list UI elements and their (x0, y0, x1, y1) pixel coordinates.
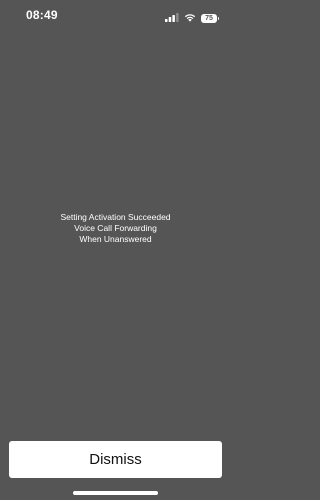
status-bar: 08:49 75 (0, 0, 231, 30)
status-time: 08:49 (26, 8, 58, 22)
activation-message: Setting Activation Succeeded Voice Call … (0, 212, 231, 245)
dismiss-button[interactable]: Dismiss (9, 441, 222, 478)
message-line-3: When Unanswered (79, 234, 152, 244)
cellular-signal-icon (165, 9, 179, 27)
battery-icon: 75 (201, 13, 219, 23)
message-line-2: Voice Call Forwarding (74, 223, 157, 233)
wifi-icon (184, 9, 196, 27)
home-indicator[interactable] (73, 491, 158, 495)
status-icons: 75 (165, 9, 219, 27)
message-line-1: Setting Activation Succeeded (60, 212, 171, 222)
